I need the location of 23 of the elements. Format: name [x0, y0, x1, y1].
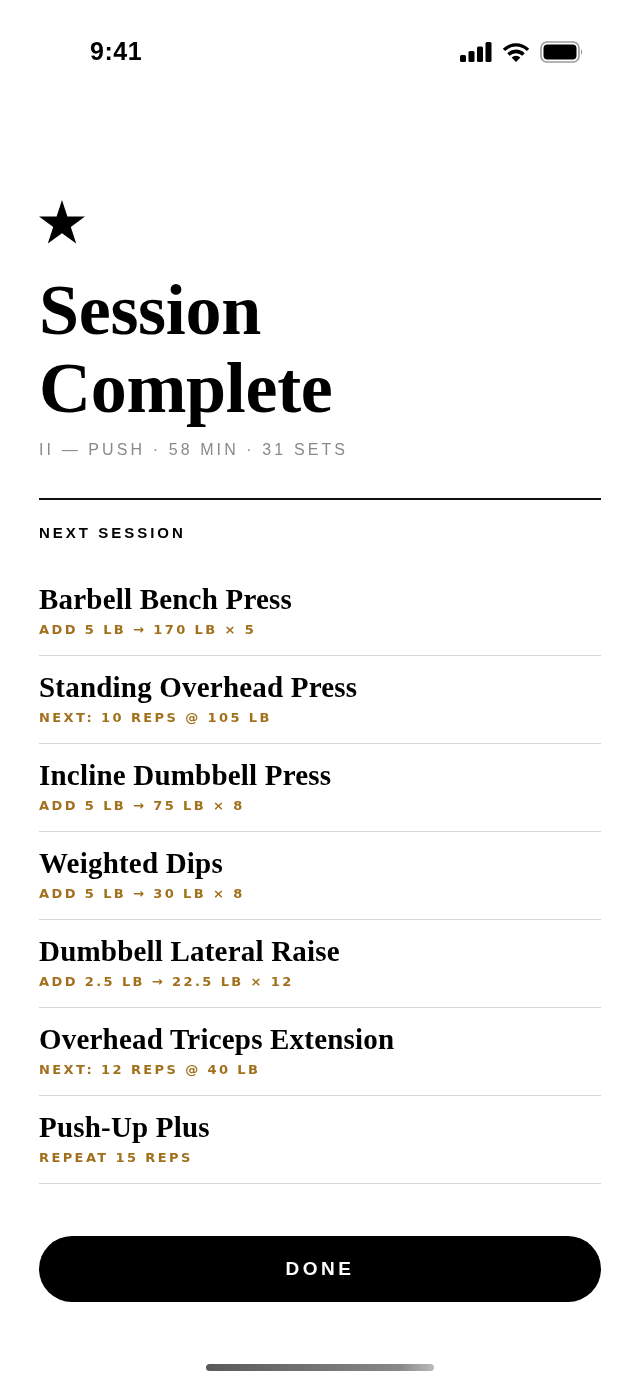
page-title: Session Complete — [39, 271, 334, 427]
exercise-target: ADD 5 LB → 30 LB × 8 — [39, 885, 246, 903]
exercise-target: NEXT: 12 REPS @ 40 LB — [39, 1061, 262, 1079]
wifi-icon — [502, 42, 530, 62]
exercise-target: NEXT: 10 REPS @ 105 LB — [39, 709, 273, 727]
exercise-name: Barbell Bench Press — [39, 583, 293, 615]
battery-icon — [540, 41, 584, 63]
exercise-name: Overhead Triceps Extension — [39, 1023, 396, 1055]
star-icon — [39, 200, 85, 244]
section-heading: NEXT SESSION — [39, 523, 187, 543]
exercise-target: ADD 5 LB → 75 LB × 8 — [39, 797, 246, 815]
exercise-target: ADD 5 LB → 170 LB × 5 — [39, 621, 258, 639]
session-summary: II — PUSH · 58 MIN · 31 SETS — [39, 440, 350, 460]
exercise-name: Standing Overhead Press — [39, 671, 359, 703]
done-button[interactable]: DONE — [39, 1236, 601, 1302]
exercise-name: Weighted Dips — [39, 847, 224, 879]
exercise-name: Incline Dumbbell Press — [39, 759, 333, 791]
signal-icon — [460, 42, 492, 62]
exercise-target: ADD 2.5 LB → 22.5 LB × 12 — [39, 973, 295, 991]
exercise-target: REPEAT 15 REPS — [39, 1149, 194, 1167]
exercise-name: Push-Up Plus — [39, 1111, 211, 1143]
status-time: 9:41 — [90, 36, 143, 68]
exercise-name: Dumbbell Lateral Raise — [39, 935, 341, 967]
